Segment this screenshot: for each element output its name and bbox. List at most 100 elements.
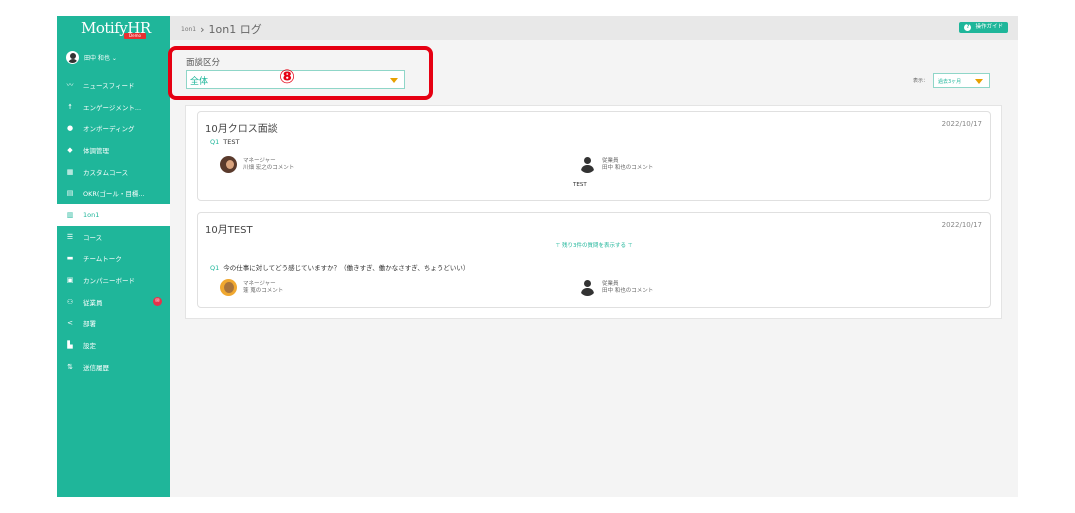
sort-icon: ⇅	[67, 362, 73, 371]
sidebar-item-label: チームトーク	[83, 255, 122, 264]
employee-comment[interactable]: 従業員 田中 和也のコメント	[579, 279, 653, 296]
sidebar-item-label: 1on1	[83, 210, 100, 219]
manager-role: マネージャー	[243, 280, 276, 287]
breadcrumb: 1on1 › 1on1 ログ	[181, 21, 262, 37]
interview-type-value: 全体	[190, 77, 209, 87]
breadcrumb-parent[interactable]: 1on1	[181, 26, 196, 33]
dropdown-arrow-icon	[390, 78, 398, 83]
sidebar-item-label: 従業員	[83, 298, 103, 307]
brand-logo[interactable]: MotifyHR Demo	[57, 16, 170, 40]
card-date: 2022/10/17	[941, 221, 982, 229]
employee-comment-label: 田中 和也のコメント	[602, 287, 654, 294]
sidebar-item-label: オンボーディング	[83, 125, 135, 134]
breadcrumb-separator: ›	[200, 22, 205, 36]
chat-icon: ▬	[66, 254, 74, 263]
sidebar-item-13[interactable]: ⇅ 送信履歴	[57, 356, 170, 378]
question-row: Q1 今の仕事に対してどう感じていますか？（働きすぎ、働かなさすぎ、ちょうどいい）	[210, 262, 469, 272]
sidebar-item-label: カンパニーボード	[83, 277, 135, 286]
dropdown-arrow-icon	[975, 79, 983, 84]
period-value: 過去3ヶ月	[938, 79, 962, 85]
sidebar-item-8[interactable]: ▬ チームトーク	[57, 248, 170, 270]
sidebar-nav: 〰ニュースフィード ☨ エンゲージメント... ● オンボーディング ◆ 体調管理 ▦ カスタム…	[57, 74, 170, 378]
guide-button[interactable]: ? 操作ガイド	[959, 22, 1008, 33]
manager-comment[interactable]: マネージャー 川畑 宏之のコメント	[220, 156, 294, 173]
employee-comment[interactable]: 従業員 田中 和也のコメント	[579, 156, 653, 173]
sidebar-item-4[interactable]: ▦ カスタムコース	[57, 161, 170, 183]
sidebar-item-12[interactable]: ▙ 設定	[57, 334, 170, 356]
question-row: Q1 TEST	[210, 138, 239, 146]
sidebar-item-label: コース	[83, 233, 103, 242]
check-circle-icon: ●	[66, 124, 74, 133]
share-icon: <	[67, 319, 73, 328]
log-card[interactable]: 10月TEST 2022/10/17 ⊤ 残り3件の質問を表示する ⊤ Q1 今の…	[197, 212, 991, 308]
demo-badge: Demo	[124, 33, 146, 39]
employee-avatar	[579, 156, 596, 173]
manager-avatar	[220, 156, 237, 173]
interview-type-label: 面談区分	[186, 58, 221, 68]
sidebar-item-label: エンゲージメント...	[83, 103, 142, 112]
question-text: TEST	[223, 138, 240, 146]
document-icon: ▤	[66, 189, 74, 198]
user-avatar-icon	[66, 50, 79, 64]
sidebar-item-3[interactable]: ◆ 体調管理	[57, 139, 170, 161]
question-number: Q1	[210, 138, 220, 146]
card-date: 2022/10/17	[941, 120, 982, 128]
board-icon: ▣	[66, 276, 74, 285]
employee-comment-label: 田中 和也のコメント	[602, 164, 654, 171]
sidebar-item-1[interactable]: ☨ エンゲージメント...	[57, 96, 170, 118]
sidebar-item-label: 設定	[83, 342, 96, 351]
interview-type-filter: 面談区分 全体	[186, 56, 405, 89]
page-title: 1on1 ログ	[208, 23, 262, 36]
manager-comment-label: 蓬 蒐のコメント	[243, 287, 284, 294]
sidebar: MotifyHR Demo 田中 和也 ⌄ 〰ニュースフィード ☨ エンゲージメント…	[57, 16, 170, 497]
question-text: 今の仕事に対してどう感じていますか？（働きすぎ、働かなさすぎ、ちょうどいい）	[223, 264, 470, 272]
tag-icon: ◆	[67, 145, 73, 154]
sidebar-item-9[interactable]: ▣ カンパニーボード	[57, 269, 170, 291]
sidebar-item-11[interactable]: < 部署	[57, 313, 170, 335]
sidebar-item-7[interactable]: ☰ コース	[57, 226, 170, 248]
sidebar-item-label: ニュースフィード	[83, 81, 135, 90]
period-filter: 表示： 過去3ヶ月	[913, 73, 990, 88]
period-select[interactable]: 過去3ヶ月	[933, 73, 990, 88]
person-icon: ☨	[68, 102, 72, 111]
bar-chart-icon: ▙	[67, 341, 73, 350]
guide-button-label: 操作ガイド	[975, 24, 1003, 30]
sidebar-item-0[interactable]: 〰ニュースフィード	[57, 74, 170, 96]
period-label: 表示：	[912, 78, 928, 84]
manager-avatar	[220, 279, 237, 296]
sidebar-item-5[interactable]: ▤ OKR(ゴール・目標...	[57, 182, 170, 204]
employee-answer: TEST	[573, 182, 587, 188]
sidebar-item-label: 体調管理	[83, 146, 109, 155]
callout-number-badge: ⑧	[278, 66, 296, 88]
log-card[interactable]: 10月クロス面談 2022/10/17 Q1 TEST マネージャー 川畑 宏之のコ…	[197, 111, 991, 201]
manager-comment-label: 川畑 宏之のコメント	[243, 164, 295, 171]
help-icon: ?	[964, 24, 972, 31]
manager-role: マネージャー	[243, 157, 276, 164]
sidebar-item-label: 送信履歴	[83, 363, 109, 372]
map-icon: ▥	[66, 210, 74, 219]
app-window: MotifyHR Demo 田中 和也 ⌄ 〰ニュースフィード ☨ エンゲージメント…	[57, 16, 1018, 497]
people-icon: ⚇	[66, 297, 74, 306]
question-number: Q1	[210, 264, 220, 272]
user-name: 田中 和也 ⌄	[84, 54, 117, 62]
sidebar-item-label: 部署	[83, 320, 96, 329]
sidebar-item-2[interactable]: ● オンボーディング	[57, 117, 170, 139]
user-menu[interactable]: 田中 和也 ⌄	[66, 50, 117, 64]
employee-role: 従業員	[602, 280, 619, 287]
sidebar-item-label: カスタムコース	[83, 168, 129, 177]
trend-line-icon: 〰	[66, 80, 74, 89]
card-title: 10月クロス面談	[205, 124, 278, 135]
sidebar-item-6[interactable]: ▥ 1on1	[57, 204, 170, 226]
employee-role: 従業員	[602, 157, 619, 164]
log-panel: 10月クロス面談 2022/10/17 Q1 TEST マネージャー 川畑 宏之のコ…	[185, 105, 1002, 319]
card-title: 10月TEST	[205, 225, 253, 236]
employee-avatar	[579, 279, 596, 296]
grid-icon: ▦	[66, 167, 74, 176]
mail-badge-icon: ✉	[153, 297, 162, 307]
sidebar-item-label: OKR(ゴール・目標...	[83, 190, 145, 199]
show-more-questions-link[interactable]: ⊤ 残り3件の質問を表示する ⊤	[198, 241, 990, 249]
topbar: 1on1 › 1on1 ログ ? 操作ガイド	[170, 16, 1018, 40]
sidebar-item-10[interactable]: ⚇ 従業員 ✉	[57, 291, 170, 313]
manager-comment[interactable]: マネージャー蓬 蒐のコメント	[220, 279, 283, 296]
list-icon: ☰	[66, 232, 74, 241]
